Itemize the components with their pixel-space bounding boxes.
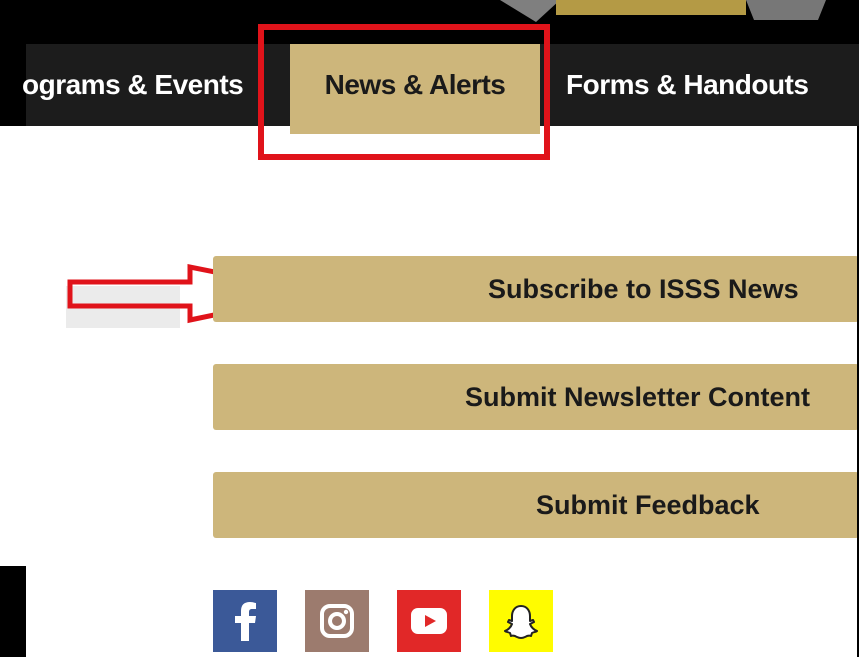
newsletter-label: Submit Newsletter Content (465, 381, 811, 412)
instagram-link[interactable] (305, 590, 369, 652)
submit-newsletter-button[interactable]: Submit Newsletter Content (213, 364, 859, 430)
highlight-box (258, 24, 550, 160)
facebook-icon (235, 602, 256, 641)
instagram-icon (320, 604, 354, 638)
feedback-label: Submit Feedback (536, 489, 760, 520)
youtube-icon (411, 608, 447, 634)
tab-forms-handouts[interactable]: Forms & Handouts (566, 44, 859, 126)
top-decoration-right (746, 0, 826, 20)
subscribe-label: Subscribe to ISSS News (488, 273, 799, 304)
snapchat-link[interactable] (489, 590, 553, 652)
facebook-link[interactable] (213, 590, 277, 652)
tab-label: Forms & Handouts (566, 69, 809, 100)
snapchat-icon (504, 605, 538, 639)
top-gold-decoration (556, 0, 746, 15)
tab-label: ograms & Events (22, 69, 244, 100)
left-bottom-block (0, 566, 26, 657)
youtube-link[interactable] (397, 590, 461, 652)
submit-feedback-button[interactable]: Submit Feedback (213, 472, 859, 538)
tab-programs-events[interactable]: ograms & Events (22, 44, 262, 126)
subscribe-button[interactable]: Subscribe to ISSS News (213, 256, 859, 322)
